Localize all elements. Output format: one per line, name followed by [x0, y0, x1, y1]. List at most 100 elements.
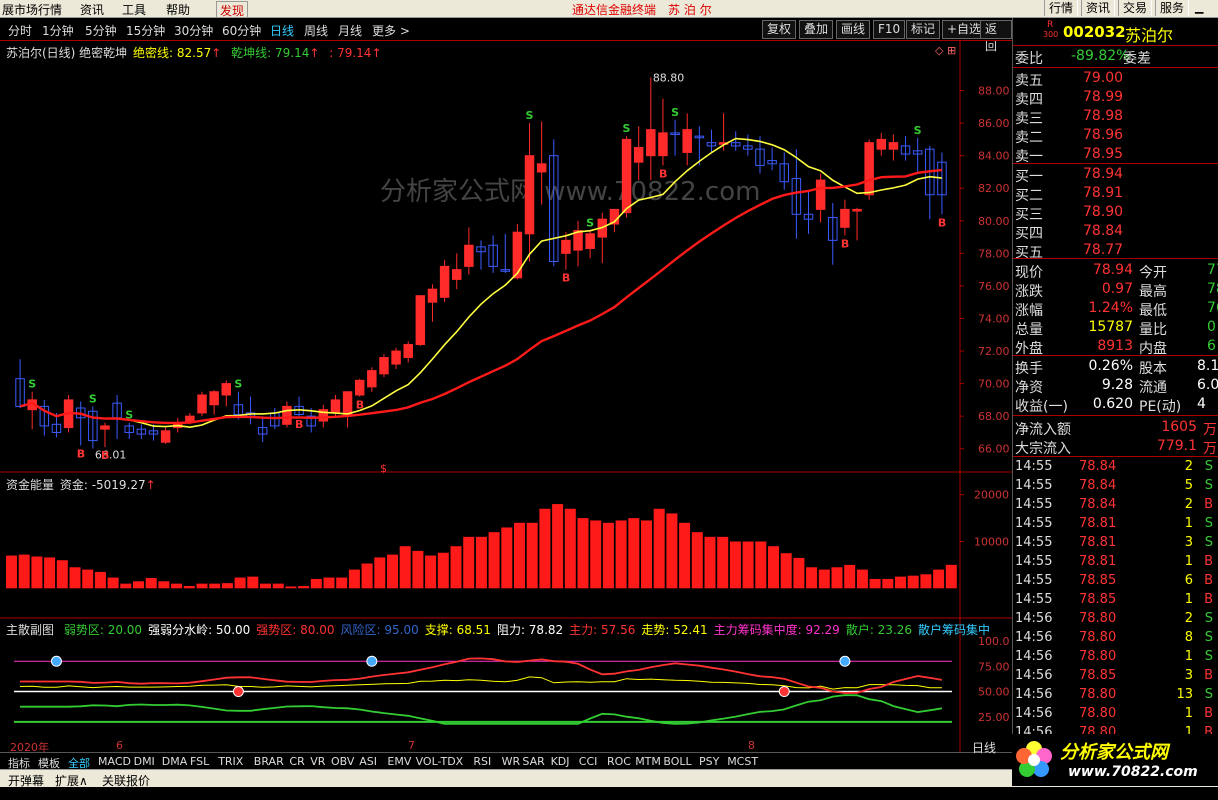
btn-biaoji[interactable]: 标记 — [906, 20, 941, 39]
stat-value: 78.94 — [1092, 262, 1133, 278]
weicha-label: 委差 — [1123, 51, 1151, 67]
btn-service[interactable]: 服务 — [1155, 0, 1190, 16]
tab-period-more[interactable]: 更多 > — [372, 22, 410, 39]
indicator-tab[interactable]: MCST — [727, 755, 758, 768]
energy-bar — [298, 585, 310, 589]
ask-price: 78.98 — [1083, 108, 1124, 124]
tick-time: 14:55 — [1015, 573, 1053, 588]
signal-dot — [778, 686, 790, 698]
stat-value: 6.0 — [1197, 377, 1218, 393]
indicator-tab[interactable]: SAR — [522, 755, 544, 768]
energy-bar — [806, 567, 818, 589]
menu-market[interactable]: 展市场行情 — [2, 1, 62, 18]
btn-quote[interactable]: 行情 — [1044, 0, 1079, 16]
tab-period-60m[interactable]: 60分钟 — [222, 22, 261, 39]
indicator-tab[interactable]: VOL-TDX — [416, 755, 464, 768]
bottom-tab[interactable]: 扩展∧ — [55, 772, 88, 789]
energy-bar — [768, 546, 779, 589]
asks-row: 卖一 78.95 — [1013, 146, 1218, 165]
chart-area[interactable]: 88.00 86.00 84.00 82.00 80.00 78.00 76.00 74.00… — [0, 40, 1012, 752]
sell-signal: S — [914, 124, 922, 137]
indicator-tab[interactable]: WR — [502, 755, 521, 768]
energy-bar — [348, 569, 360, 589]
menu-tools[interactable]: 工具 — [122, 1, 146, 18]
sub-panel-title: 主散副图 — [6, 623, 55, 637]
indicator-tab[interactable]: ASI — [359, 755, 377, 768]
stat-value: 1.24% — [1088, 300, 1133, 316]
indicator-tab[interactable]: RSI — [473, 755, 491, 768]
code-sub: 300 — [1043, 30, 1059, 39]
tick-price: 78.80 — [1079, 706, 1117, 721]
energy-bar — [488, 532, 500, 589]
tab-period-fenshi[interactable]: 分时 — [8, 22, 32, 39]
indicator-tab[interactable]: CCI — [579, 755, 598, 768]
indicator-tab[interactable]: DMI — [134, 755, 155, 768]
minimize-icon[interactable]: ▁ — [1195, 1, 1203, 14]
indicator-tab[interactable]: ROC — [607, 755, 631, 768]
tab-period-weekly[interactable]: 周线 — [304, 22, 328, 39]
sub-panel-label: 主力: 57.56 — [569, 623, 636, 637]
tab-period-30m[interactable]: 30分钟 — [174, 22, 213, 39]
tab-period-daily[interactable]: 日线 — [270, 22, 294, 39]
indicator-tab[interactable]: FSL — [190, 755, 209, 768]
btn-fuquan[interactable]: 复权 — [762, 20, 797, 39]
stat-label: 净资 — [1015, 380, 1043, 396]
sell-signal: S — [586, 217, 594, 230]
indicator-tab[interactable]: VR — [310, 755, 325, 768]
energy-bar — [628, 518, 640, 589]
ticks-row: 14:56 78.80 8 S — [1013, 630, 1218, 648]
bid-price: 78.94 — [1083, 166, 1124, 182]
tab-period-1m[interactable]: 1分钟 — [42, 22, 74, 39]
tick-price: 78.84 — [1079, 497, 1117, 512]
bid-price: 78.84 — [1083, 223, 1124, 239]
stat-label: 总量 — [1015, 322, 1043, 338]
tick-volume: 1 — [1184, 516, 1193, 531]
bottom-tab[interactable]: 关联报价 — [102, 772, 150, 789]
tick-side: B — [1204, 497, 1213, 512]
energy-bar — [475, 536, 487, 589]
indicator-tab[interactable]: DMA — [162, 755, 188, 768]
chart-option-icons[interactable]: ◇ ⊞ — [935, 44, 956, 57]
tab-period-15m[interactable]: 15分钟 — [126, 22, 165, 39]
bids-row: 买四 78.84 — [1013, 223, 1218, 242]
indicator-tab[interactable]: BRAR — [254, 755, 284, 768]
menu-help[interactable]: 帮助 — [166, 1, 190, 18]
tab-period-monthly[interactable]: 月线 — [338, 22, 362, 39]
indicator-tab[interactable]: CR — [289, 755, 304, 768]
menu-info[interactable]: 资讯 — [80, 1, 104, 18]
indicator-tab[interactable]: TRIX — [218, 755, 243, 768]
indicator-tab[interactable]: BOLL — [663, 755, 691, 768]
indicator-tab[interactable]: PSY — [699, 755, 719, 768]
tick-price: 78.84 — [1079, 478, 1117, 493]
btn-news[interactable]: 资讯 — [1081, 0, 1116, 16]
stats2-row: 换手 0.26% 股本 8.1 — [1013, 358, 1218, 377]
btn-huaxian[interactable]: 画线 — [836, 20, 871, 39]
sell-signal: S — [671, 106, 679, 119]
price-tick-label: 70.00 — [978, 378, 1010, 391]
btn-diejia[interactable]: 叠加 — [799, 20, 834, 39]
energy-bar — [450, 546, 462, 589]
btn-f10[interactable]: F10 — [873, 20, 906, 39]
tick-time: 14:56 — [1015, 668, 1053, 683]
bids-row: 买三 78.90 — [1013, 204, 1218, 223]
indicator-tab[interactable]: MACD — [98, 755, 131, 768]
energy-bar — [94, 571, 106, 589]
bids-row: 买一 78.94 — [1013, 166, 1218, 185]
btn-back[interactable]: 返回 — [980, 20, 1012, 53]
btn-trade[interactable]: 交易 — [1118, 0, 1153, 16]
stat-label: 最低 — [1139, 303, 1167, 319]
tick-time: 14:56 — [1015, 706, 1053, 721]
tick-time: 14:56 — [1015, 611, 1053, 626]
tick-volume: 1 — [1184, 554, 1193, 569]
candle-body — [536, 163, 547, 173]
tick-price: 78.81 — [1079, 554, 1117, 569]
indicator-tab[interactable]: OBV — [331, 755, 354, 768]
asks-row: 卖二 78.96 — [1013, 127, 1218, 146]
indicator-tab[interactable]: MTM — [635, 755, 661, 768]
tick-side: B — [1204, 706, 1213, 721]
low-price-marker: 66.01 — [95, 449, 127, 462]
bottom-tab[interactable]: 开弹幕 — [8, 772, 44, 789]
indicator-tab[interactable]: EMV — [387, 755, 411, 768]
tab-period-5m[interactable]: 5分钟 — [85, 22, 117, 39]
indicator-tab[interactable]: KDJ — [551, 755, 570, 768]
